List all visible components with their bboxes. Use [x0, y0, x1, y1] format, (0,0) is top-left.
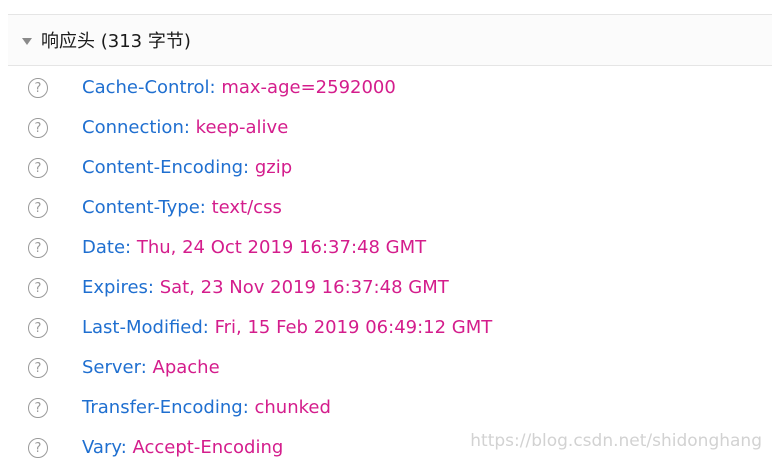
header-name: Content-Type — [82, 197, 200, 218]
header-entry[interactable]: Cache-Control: max-age=2592000 — [82, 79, 396, 97]
header-entry[interactable]: Content-Encoding: gzip — [82, 159, 292, 177]
header-name: Cache-Control — [82, 77, 210, 98]
question-circle-icon[interactable]: ? — [28, 438, 48, 458]
header-entry[interactable]: Last-Modified: Fri, 15 Feb 2019 06:49:12… — [82, 319, 492, 337]
header-value: keep-alive — [195, 117, 289, 138]
header-row: ? Cache-Control: max-age=2592000 — [8, 68, 772, 108]
header-value: max-age=2592000 — [221, 77, 396, 98]
question-circle-icon[interactable]: ? — [28, 318, 48, 338]
header-entry[interactable]: Server: Apache — [82, 359, 220, 377]
header-value: Fri, 15 Feb 2019 06:49:12 GMT — [214, 317, 493, 338]
header-entry[interactable]: Expires: Sat, 23 Nov 2019 16:37:48 GMT — [82, 279, 449, 297]
header-name: Date — [82, 237, 126, 258]
header-separator: : — [242, 397, 255, 418]
header-name: Expires — [82, 277, 148, 298]
header-separator: : — [140, 357, 153, 378]
header-row: ? Expires: Sat, 23 Nov 2019 16:37:48 GMT — [8, 268, 772, 308]
header-value: text/css — [211, 197, 282, 218]
collapse-triangle-icon[interactable] — [22, 37, 32, 45]
header-entry[interactable]: Content-Type: text/css — [82, 199, 282, 217]
network-details-panel: 响应头 (313 字节) ? Cache-Control: max-age=25… — [8, 0, 772, 461]
header-separator: : — [209, 77, 222, 98]
header-name: Content-Encoding — [82, 157, 244, 178]
header-name: Connection — [82, 117, 184, 138]
header-row: ? Content-Type: text/css — [8, 188, 772, 228]
header-value: Accept-Encoding — [132, 437, 284, 458]
question-circle-icon[interactable]: ? — [28, 158, 48, 178]
question-circle-icon[interactable]: ? — [28, 118, 48, 138]
question-circle-icon[interactable]: ? — [28, 198, 48, 218]
header-value: Apache — [152, 357, 220, 378]
header-value: chunked — [254, 397, 331, 418]
header-name: Transfer-Encoding — [82, 397, 243, 418]
header-value: Thu, 24 Oct 2019 16:37:48 GMT — [136, 237, 427, 258]
question-circle-icon[interactable]: ? — [28, 398, 48, 418]
response-headers-title: 响应头 (313 字节) — [41, 31, 191, 52]
header-separator: : — [147, 277, 160, 298]
header-row: ? Transfer-Encoding: chunked — [8, 388, 772, 428]
response-header-list: ? Cache-Control: max-age=2592000 ? Conne… — [8, 68, 772, 468]
header-row: ? Date: Thu, 24 Oct 2019 16:37:48 GMT — [8, 228, 772, 268]
question-circle-icon[interactable]: ? — [28, 358, 48, 378]
header-entry[interactable]: Connection: keep-alive — [82, 119, 288, 137]
header-entry[interactable]: Transfer-Encoding: chunked — [82, 399, 331, 417]
header-row: ? Last-Modified: Fri, 15 Feb 2019 06:49:… — [8, 308, 772, 348]
header-name: Server — [82, 357, 141, 378]
header-row: ? Server: Apache — [8, 348, 772, 388]
question-circle-icon[interactable]: ? — [28, 278, 48, 298]
header-entry[interactable]: Vary: Accept-Encoding — [82, 439, 283, 457]
question-circle-icon[interactable]: ? — [28, 78, 48, 98]
question-circle-icon[interactable]: ? — [28, 238, 48, 258]
header-separator: : — [120, 437, 133, 458]
header-separator: : — [183, 117, 196, 138]
header-separator: : — [202, 317, 215, 338]
header-value: gzip — [254, 157, 293, 178]
header-separator: : — [125, 237, 137, 258]
header-separator: : — [243, 157, 255, 178]
header-row: ? Content-Encoding: gzip — [8, 148, 772, 188]
header-name: Vary — [82, 437, 121, 458]
response-headers-section-header[interactable]: 响应头 (313 字节) — [8, 14, 772, 66]
header-separator: : — [199, 197, 212, 218]
header-value: Sat, 23 Nov 2019 16:37:48 GMT — [159, 277, 449, 298]
watermark: https://blog.csdn.net/shidonghang — [470, 431, 762, 451]
header-name: Last-Modified — [82, 317, 203, 338]
header-entry[interactable]: Date: Thu, 24 Oct 2019 16:37:48 GMT — [82, 239, 426, 257]
header-row: ? Connection: keep-alive — [8, 108, 772, 148]
